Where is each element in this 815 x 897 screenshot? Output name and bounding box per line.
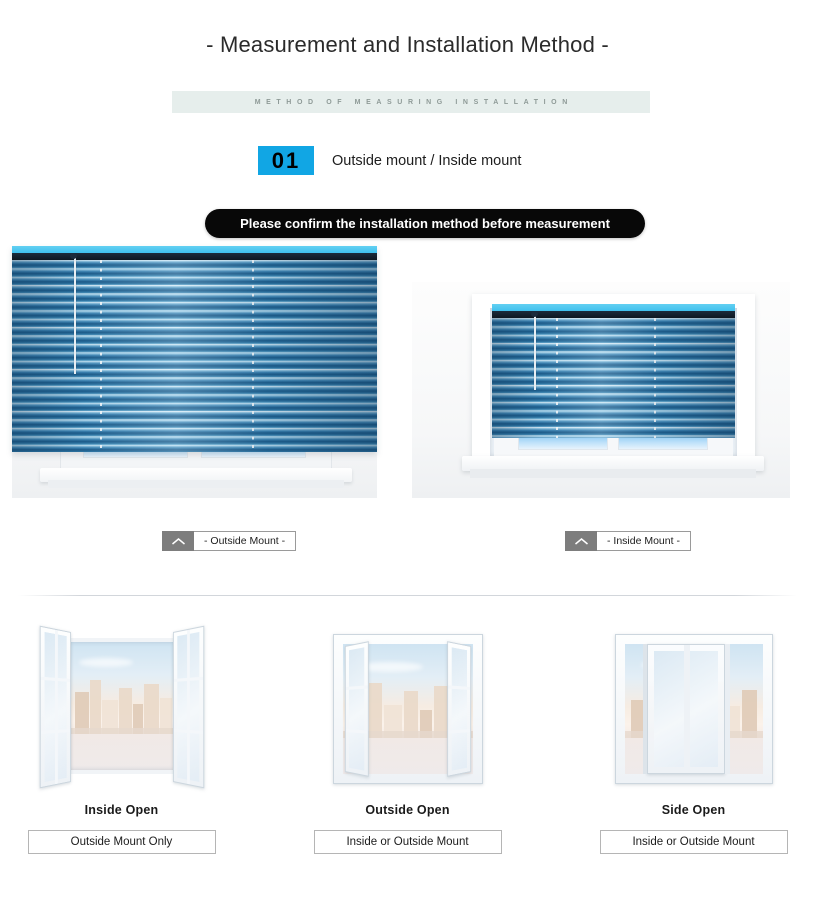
window-type-tag: Outside Mount Only <box>27 830 216 854</box>
side-open-illustration <box>601 628 787 796</box>
outside-open-illustration <box>315 628 501 796</box>
building <box>368 682 382 738</box>
blind-top-slat <box>12 253 377 260</box>
mullion <box>54 629 58 785</box>
blind-body <box>12 246 377 452</box>
inside-mount-caption-text: - Inside Mount - <box>607 535 680 547</box>
window-sill-lip <box>48 480 344 488</box>
sash-left-open <box>39 625 71 789</box>
chevron-up-icon <box>162 531 194 551</box>
blind-headrail <box>492 304 735 311</box>
blind-body <box>492 304 735 438</box>
blind-outside-mount <box>12 246 377 452</box>
notice-pill: Please confirm the installation method b… <box>205 209 645 238</box>
blind-ladder-cord-1 <box>556 318 558 438</box>
inside-mount-photo <box>412 282 790 498</box>
notice-pill-text: Please confirm the installation method b… <box>240 216 610 231</box>
window-type-cards: Inside Open Outside Mount Only Outside O… <box>0 625 815 854</box>
mullion <box>186 629 190 785</box>
window-opening-frame <box>64 638 179 774</box>
inside-mount-caption: - Inside Mount - <box>565 531 691 551</box>
blind-headrail <box>12 246 377 253</box>
subtitle-band-text: METHOD OF MEASURING INSTALLATION <box>254 98 573 106</box>
window-type-tag: Inside or Outside Mount <box>313 830 502 854</box>
outside-mount-caption: - Outside Mount - <box>162 531 297 551</box>
step-number-badge: 01 <box>258 146 314 175</box>
sash-right-open <box>172 625 204 789</box>
window-type-card-outside-open: Outside Open Inside or Outside Mount <box>295 628 521 854</box>
step-row: 01 Outside mount / Inside mount <box>258 146 521 175</box>
outside-mount-caption-box: - Outside Mount - <box>194 531 297 551</box>
blind-slats <box>492 318 735 438</box>
blind-ladder-cord-1 <box>100 260 102 452</box>
sash-right-open <box>446 641 471 777</box>
subtitle-band: METHOD OF MEASURING INSTALLATION <box>172 91 650 113</box>
sliding-sash <box>646 644 725 774</box>
fixed-sash-stile <box>724 644 730 774</box>
blind-wand-knob <box>531 311 538 317</box>
blind-ladder-cord-2 <box>654 318 656 438</box>
sash-left-open <box>344 641 369 777</box>
window-type-card-side-open: Side Open Inside or Outside Mount <box>581 628 807 854</box>
sash-glass <box>451 647 467 771</box>
outside-mount-photo <box>12 246 377 498</box>
inside-mount-caption-box: - Inside Mount - <box>597 531 691 551</box>
window-type-tag: Inside or Outside Mount <box>599 830 788 854</box>
section-divider <box>18 595 797 596</box>
blind-inside-mount <box>492 304 735 438</box>
page-title: - Measurement and Installation Method - <box>206 32 609 57</box>
window-type-title: Side Open <box>661 803 726 817</box>
window-type-tag-text: Outside Mount Only <box>70 836 173 848</box>
blind-wand-knob <box>70 253 77 259</box>
sash-glass <box>348 647 364 771</box>
chevron-up-icon <box>565 531 597 551</box>
blind-top-slat <box>492 311 735 318</box>
step-label: Outside mount / Inside mount <box>332 152 522 169</box>
sliding-sash-edge <box>642 644 647 774</box>
blind-lift-cord <box>534 312 536 390</box>
blind-ladder-cord-2 <box>252 260 254 452</box>
outside-mount-caption-text: - Outside Mount - <box>204 535 286 547</box>
window-type-title: Inside Open <box>84 803 159 817</box>
inside-open-illustration <box>29 625 215 796</box>
sliding-sash-stile <box>683 645 690 773</box>
blind-slats <box>12 260 377 452</box>
window-sill-lip <box>470 469 756 478</box>
window-type-tag-text: Inside or Outside Mount <box>346 836 469 848</box>
window-type-card-inside-open: Inside Open Outside Mount Only <box>9 625 235 854</box>
blind-lift-cord <box>74 254 76 374</box>
window-type-title: Outside Open <box>365 803 450 817</box>
window-type-tag-text: Inside or Outside Mount <box>632 836 755 848</box>
